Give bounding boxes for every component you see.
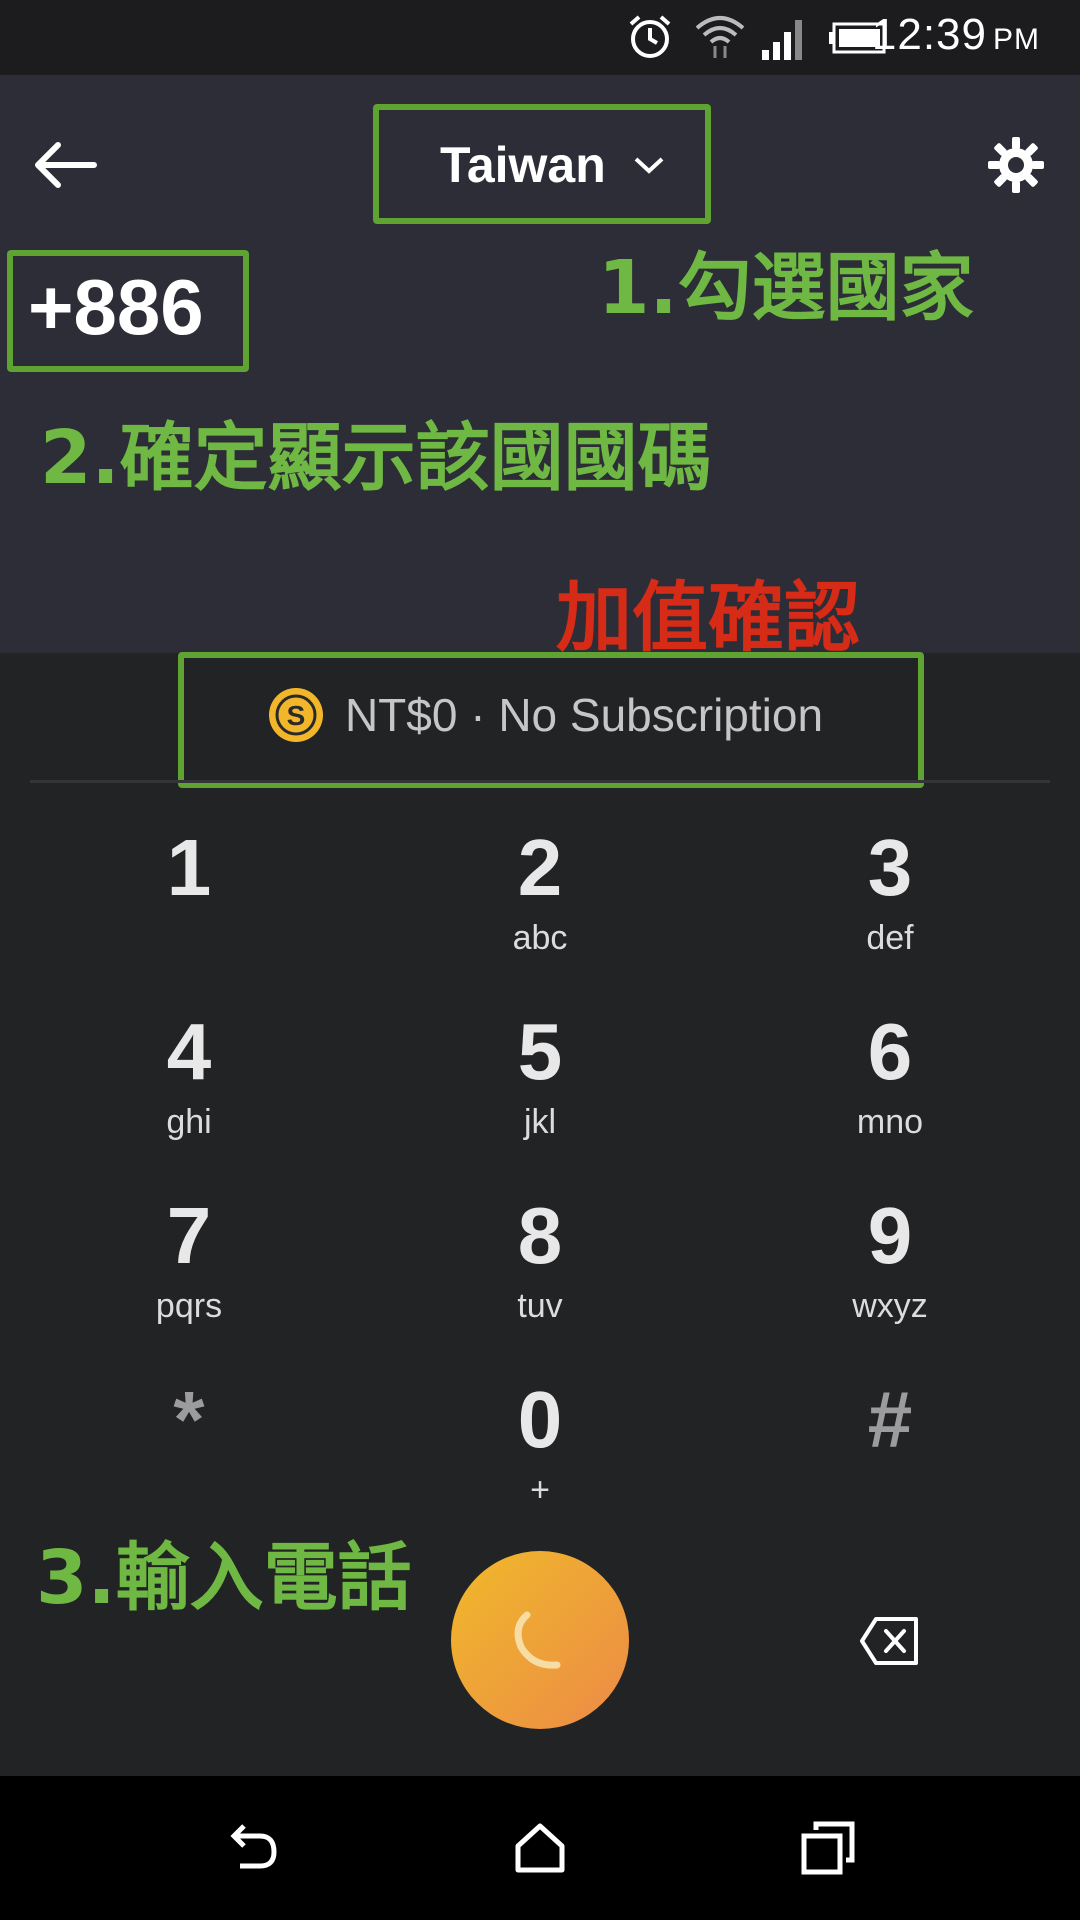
key-letters: jkl <box>523 1103 557 1141</box>
key-letters: wxyz <box>852 1287 928 1325</box>
backspace-icon[interactable] <box>858 1613 922 1669</box>
key-star[interactable]: * <box>89 1375 289 1525</box>
wifi-icon <box>695 16 745 58</box>
balance-bar[interactable]: S NT$0 · No Subscription <box>180 655 910 775</box>
annotation-step1: 1.勾選國家 <box>598 245 974 331</box>
phone-icon <box>514 1611 561 1669</box>
key-letters: ghi <box>166 1103 212 1141</box>
key-letters: mno <box>856 1103 924 1141</box>
key-0[interactable]: 0 + <box>440 1375 640 1525</box>
status-bar: 12:39 PM <box>0 0 1080 75</box>
signal-icon <box>762 20 802 60</box>
key-digit: * <box>173 1375 205 1464</box>
key-digit: 0 <box>517 1375 563 1464</box>
divider <box>30 780 1050 783</box>
key-5[interactable]: 5 jkl <box>440 1007 640 1157</box>
nav-recents-icon[interactable] <box>798 1818 858 1878</box>
key-digit: 9 <box>867 1191 913 1280</box>
gear-icon[interactable] <box>986 135 1046 195</box>
time-text: 12:39 <box>871 10 987 59</box>
key-digit: 4 <box>166 1007 212 1096</box>
call-button[interactable] <box>451 1551 629 1729</box>
ampm-text: PM <box>993 23 1040 56</box>
key-2[interactable]: 2 abc <box>440 823 640 973</box>
key-digit: 3 <box>867 823 913 912</box>
svg-text:S: S <box>287 700 306 731</box>
key-digit: 8 <box>517 1191 563 1280</box>
status-time: 12:39 PM <box>872 10 1040 60</box>
key-4[interactable]: 4 ghi <box>89 1007 289 1157</box>
annotation-box-dial-code <box>7 250 249 372</box>
key-8[interactable]: 8 tuv <box>440 1191 640 1341</box>
key-9[interactable]: 9 wxyz <box>790 1191 990 1341</box>
key-letters: pqrs <box>155 1287 223 1325</box>
key-hash[interactable]: # <box>790 1375 990 1525</box>
annotation-box-country <box>373 104 711 224</box>
balance-text: NT$0 · No Subscription <box>344 689 824 741</box>
key-letters: tuv <box>517 1287 563 1325</box>
key-digit: 1 <box>166 823 212 912</box>
key-digit: 5 <box>517 1007 563 1096</box>
key-digit: 6 <box>867 1007 913 1096</box>
key-letters: def <box>866 919 914 957</box>
key-letters: abc <box>512 919 568 957</box>
key-digit: 7 <box>166 1191 212 1280</box>
key-digit: 2 <box>517 823 563 912</box>
nav-back-icon[interactable] <box>222 1818 282 1878</box>
annotation-step3: 3.輸入電話 <box>36 1535 412 1621</box>
coin-icon: S <box>268 688 323 742</box>
key-letters: + <box>530 1471 550 1509</box>
key-1[interactable]: 1 <box>89 823 289 973</box>
back-arrow-icon[interactable] <box>30 135 100 195</box>
key-digit: # <box>867 1375 913 1464</box>
key-6[interactable]: 6 mno <box>790 1007 990 1157</box>
alarm-icon <box>629 15 671 58</box>
nav-home-icon[interactable] <box>510 1818 570 1878</box>
key-3[interactable]: 3 def <box>790 823 990 973</box>
key-7[interactable]: 7 pqrs <box>89 1191 289 1341</box>
annotation-topup: 加值確認 <box>556 573 860 662</box>
navigation-bar <box>0 1776 1080 1920</box>
annotation-step2: 2.確定顯示該國國碼 <box>40 415 712 501</box>
